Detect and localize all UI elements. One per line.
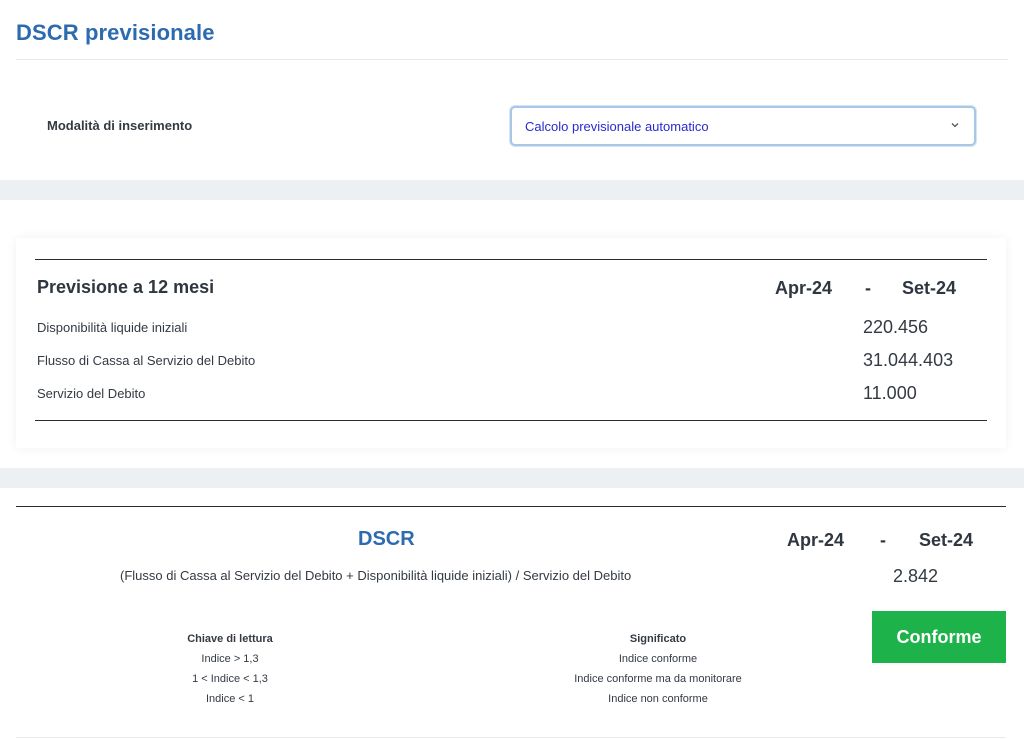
forecast-title: Previsione a 12 mesi bbox=[37, 277, 215, 297]
period-end: Set-24 bbox=[919, 530, 974, 550]
dscr-title: DSCR bbox=[358, 528, 415, 550]
mode-select-value: Calcolo previsionale automatico bbox=[525, 119, 709, 134]
dscr-section: DSCR Apr-24 - Set-24 (Flusso di Cassa al… bbox=[0, 488, 1024, 739]
legend-meaning-header: Significato bbox=[629, 633, 687, 645]
legend-meaning-column: Significato Indice conforme Indice confo… bbox=[548, 633, 768, 713]
legend-meaning-item: Indice conforme bbox=[618, 653, 698, 665]
row-value-debt-service: 11.000 bbox=[863, 383, 917, 403]
divider bbox=[16, 59, 1008, 60]
legend-key-item: 1 < Indice < 1,3 bbox=[192, 673, 268, 685]
legend-key-header: Chiave di lettura bbox=[187, 633, 273, 645]
row-label-cashflow: Flusso di Cassa al Servizio del Debito bbox=[37, 353, 256, 368]
dscr-formula: (Flusso di Cassa al Servizio del Debito … bbox=[120, 568, 632, 583]
period-start: Apr-24 bbox=[787, 530, 845, 550]
legend-key-item: Indice > 1,3 bbox=[201, 653, 259, 665]
row-label-debt-service: Servizio del Debito bbox=[37, 386, 146, 401]
period-end: Set-24 bbox=[902, 278, 957, 298]
row-value-cash: 220.456 bbox=[863, 317, 929, 337]
forecast-card: Previsione a 12 mesi Apr-24 - Set-24 Dis… bbox=[16, 238, 1006, 448]
header-section: DSCR previsionale Modalità di inseriment… bbox=[0, 0, 1024, 180]
divider bbox=[35, 259, 987, 260]
status-badge: Conforme bbox=[872, 611, 1006, 663]
legend-meaning-item: Indice non conforme bbox=[608, 693, 708, 705]
period-separator: - bbox=[880, 530, 886, 550]
period-start: Apr-24 bbox=[775, 278, 833, 298]
mode-label: Modalità di inserimento bbox=[47, 118, 193, 133]
section-separator bbox=[0, 180, 1024, 200]
mode-select[interactable]: Calcolo previsionale automatico bbox=[510, 106, 976, 146]
dscr-value: 2.842 bbox=[893, 566, 939, 586]
legend-key-item: Indice < 1 bbox=[205, 693, 254, 705]
row-label-cash: Disponibilità liquide iniziali bbox=[37, 320, 188, 335]
legend-key-column: Chiave di lettura Indice > 1,3 1 < Indic… bbox=[150, 633, 310, 713]
page-title: DSCR previsionale bbox=[16, 20, 215, 45]
legend-meaning-item: Indice conforme ma da monitorare bbox=[574, 673, 742, 685]
divider bbox=[35, 420, 987, 421]
divider bbox=[16, 737, 1006, 738]
divider bbox=[16, 506, 1006, 507]
row-value-cashflow: 31.044.403 bbox=[863, 350, 954, 370]
section-separator bbox=[0, 468, 1024, 488]
chevron-down-icon bbox=[951, 123, 959, 128]
period-separator: - bbox=[865, 278, 871, 298]
